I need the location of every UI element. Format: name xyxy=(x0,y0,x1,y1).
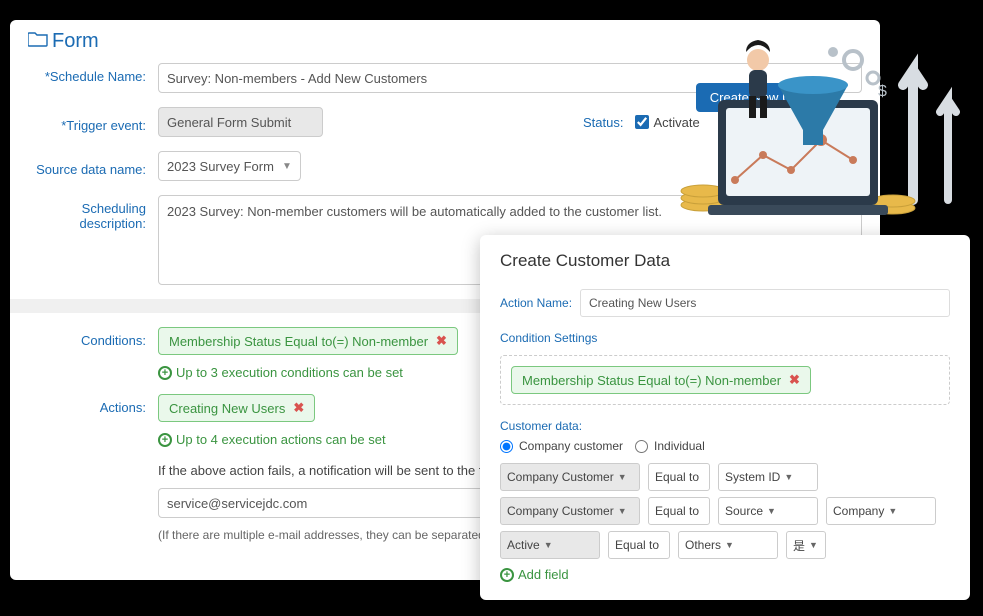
chevron-down-icon: ▼ xyxy=(618,472,627,482)
actions-label: Actions: xyxy=(28,394,158,415)
close-icon[interactable]: ✖ xyxy=(436,333,447,349)
condition-tag-text: Membership Status Equal to(=) Non-member xyxy=(169,334,428,349)
source-data-value: 2023 Survey Form xyxy=(167,159,274,174)
condition-tag[interactable]: Membership Status Equal to(=) Non-member… xyxy=(158,327,458,355)
trigger-event-value[interactable]: General Form Submit xyxy=(158,107,323,137)
action-tag-text: Creating New Users xyxy=(169,401,285,416)
chevron-down-icon: ▼ xyxy=(809,540,818,550)
conditions-label: Conditions: xyxy=(28,327,158,348)
plus-circle-icon[interactable]: + xyxy=(158,366,172,380)
modal-title: Create Customer Data xyxy=(500,251,950,271)
operator-select[interactable]: Equal to xyxy=(648,497,710,525)
field-select[interactable]: Company Customer▼ xyxy=(500,463,640,491)
extra-select[interactable]: 是▼ xyxy=(786,531,826,559)
form-title: Form xyxy=(28,30,862,53)
mapping-row: Active▼ Equal to Others▼ 是▼ xyxy=(500,531,950,559)
condition-settings-label: Condition Settings xyxy=(500,331,950,345)
scheduling-desc-label: Scheduling description: xyxy=(28,195,158,231)
mapping-row: Company Customer▼ Equal to Source▼ Compa… xyxy=(500,497,950,525)
individual-radio[interactable] xyxy=(635,440,648,453)
value-select[interactable]: System ID▼ xyxy=(718,463,818,491)
operator-select[interactable]: Equal to xyxy=(648,463,710,491)
individual-label: Individual xyxy=(654,439,705,453)
close-icon[interactable]: ✖ xyxy=(789,372,800,388)
action-name-input[interactable] xyxy=(580,289,950,317)
field-select[interactable]: Company Customer▼ xyxy=(500,497,640,525)
plus-circle-icon: + xyxy=(500,568,514,582)
action-hint-text: Up to 4 execution actions can be set xyxy=(176,432,386,447)
status-label: Status: xyxy=(583,115,623,130)
form-title-text: Form xyxy=(52,30,99,53)
activate-label: Activate xyxy=(653,115,699,130)
chevron-down-icon: ▼ xyxy=(282,161,292,172)
field-select[interactable]: Active▼ xyxy=(500,531,600,559)
chevron-down-icon: ▼ xyxy=(618,506,627,516)
action-name-label: Action Name: xyxy=(500,296,580,310)
activate-checkbox[interactable] xyxy=(635,115,649,129)
source-data-select[interactable]: 2023 Survey Form ▼ xyxy=(158,151,301,181)
company-customer-label: Company customer xyxy=(519,439,623,453)
trigger-event-label: *Trigger event: xyxy=(28,112,158,133)
chevron-down-icon: ▼ xyxy=(544,540,553,550)
schedule-name-label: *Schedule Name: xyxy=(28,63,158,84)
operator-select[interactable]: Equal to xyxy=(608,531,670,559)
condition-settings-box: Membership Status Equal to(=) Non-member… xyxy=(500,355,950,405)
modal-condition-text: Membership Status Equal to(=) Non-member xyxy=(522,373,781,388)
mapping-row: Company Customer▼ Equal to System ID▼ xyxy=(500,463,950,491)
chevron-down-icon: ▼ xyxy=(725,540,734,550)
condition-hint-text: Up to 3 execution conditions can be set xyxy=(176,365,403,380)
close-icon[interactable]: ✖ xyxy=(293,400,304,416)
company-customer-radio[interactable] xyxy=(500,440,513,453)
chevron-down-icon: ▼ xyxy=(784,472,793,482)
chevron-down-icon: ▼ xyxy=(888,506,897,516)
plus-circle-icon[interactable]: + xyxy=(158,433,172,447)
folder-icon xyxy=(28,30,48,53)
modal-condition-tag[interactable]: Membership Status Equal to(=) Non-member… xyxy=(511,366,811,394)
add-field-link[interactable]: + Add field xyxy=(500,567,950,582)
add-field-text: Add field xyxy=(518,567,569,582)
customer-data-label: Customer data: xyxy=(500,419,950,433)
extra-select[interactable]: Company▼ xyxy=(826,497,936,525)
action-tag[interactable]: Creating New Users ✖ xyxy=(158,394,315,422)
create-new-users-button[interactable]: Create New Users xyxy=(696,83,830,112)
value-select[interactable]: Others▼ xyxy=(678,531,778,559)
value-select[interactable]: Source▼ xyxy=(718,497,818,525)
source-data-label: Source data name: xyxy=(28,156,158,177)
create-customer-modal: Create Customer Data Action Name: Condit… xyxy=(480,235,970,600)
chevron-down-icon: ▼ xyxy=(767,506,776,516)
